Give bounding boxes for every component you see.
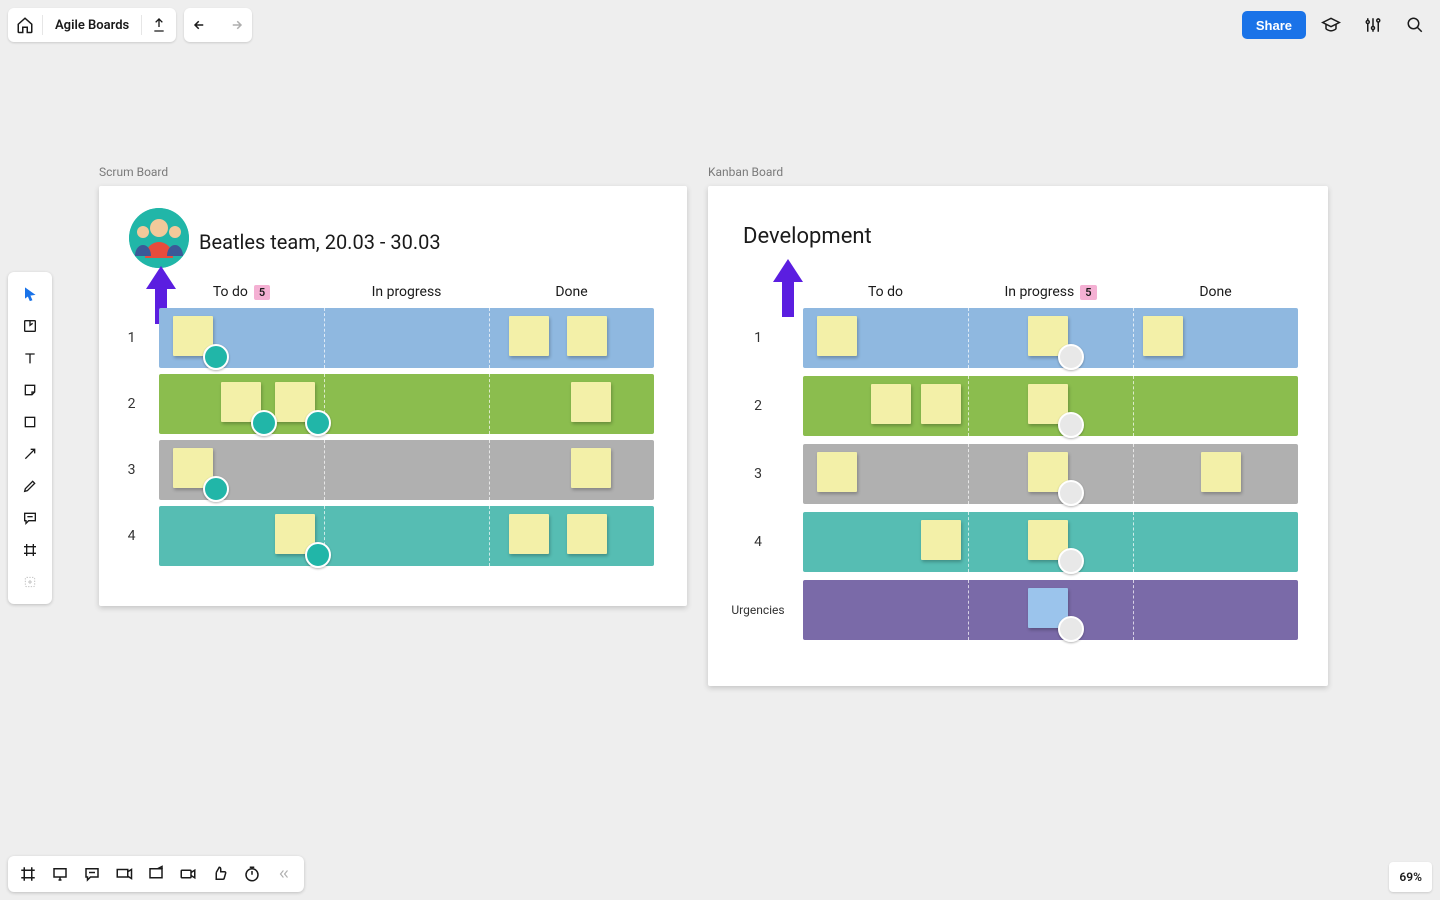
wip-badge: 5 (1080, 285, 1096, 300)
row-label: 4 (104, 506, 159, 566)
row-label: 1 (104, 308, 159, 368)
assignee-avatar[interactable] (203, 476, 229, 502)
assignee-avatar[interactable] (1058, 344, 1084, 370)
kanban-row-3[interactable]: 3 (713, 444, 1298, 504)
assignee-avatar[interactable] (305, 410, 331, 436)
scrum-row-1[interactable]: 1 (104, 308, 654, 368)
col-todo: To do5 (159, 284, 324, 300)
sticky-note[interactable] (1201, 452, 1241, 492)
assignee-avatar[interactable] (1058, 548, 1084, 574)
team-avatar[interactable] (129, 208, 189, 268)
assignee-avatar[interactable] (1058, 480, 1084, 506)
row-label: 4 (713, 512, 803, 572)
sticky-note[interactable] (571, 448, 611, 488)
row-label: 2 (713, 376, 803, 436)
sticky-note[interactable] (817, 452, 857, 492)
scrum-title[interactable]: Beatles team, 20.03 - 30.03 (199, 230, 441, 254)
row-label: 3 (104, 440, 159, 500)
col-todo: To do (803, 284, 968, 300)
scrum-row-3[interactable]: 3 (104, 440, 654, 500)
sticky-note[interactable] (567, 316, 607, 356)
row-label: Urgencies (713, 580, 803, 640)
assignee-avatar[interactable] (1058, 616, 1084, 642)
assignee-avatar[interactable] (1058, 412, 1084, 438)
wip-badge: 5 (254, 285, 270, 300)
kanban-title[interactable]: Development (743, 224, 872, 249)
col-done: Done (489, 284, 654, 300)
sticky-note[interactable] (921, 384, 961, 424)
scrum-row-4[interactable]: 4 (104, 506, 654, 566)
scrum-column-headers: To do5 In progress Done (159, 284, 654, 300)
team-avatar-icon (129, 208, 189, 268)
kanban-row-4[interactable]: 4 (713, 512, 1298, 572)
kanban-row-1[interactable]: 1 (713, 308, 1298, 368)
sticky-note[interactable] (509, 514, 549, 554)
assignee-avatar[interactable] (251, 410, 277, 436)
row-label: 1 (713, 308, 803, 368)
scrum-row-2[interactable]: 2 (104, 374, 654, 434)
frame-kanban[interactable]: Development To do In progress5 Done 1 2 (708, 186, 1328, 686)
assignee-avatar[interactable] (203, 344, 229, 370)
kanban-row-2[interactable]: 2 (713, 376, 1298, 436)
sticky-note[interactable] (571, 382, 611, 422)
row-label: 2 (104, 374, 159, 434)
col-done: Done (1133, 284, 1298, 300)
sticky-note[interactable] (871, 384, 911, 424)
col-progress: In progress5 (968, 284, 1133, 300)
assignee-avatar[interactable] (305, 542, 331, 568)
arrow-sticker[interactable] (768, 254, 808, 314)
sticky-note[interactable] (1143, 316, 1183, 356)
kanban-row-urgencies[interactable]: Urgencies (713, 580, 1298, 640)
frame-scrum[interactable]: Beatles team, 20.03 - 30.03 To do5 In pr… (99, 186, 687, 606)
kanban-column-headers: To do In progress5 Done (803, 284, 1298, 300)
frame-label-scrum[interactable]: Scrum Board (99, 165, 168, 179)
sticky-note[interactable] (567, 514, 607, 554)
sticky-note[interactable] (509, 316, 549, 356)
sticky-note[interactable] (817, 316, 857, 356)
row-label: 3 (713, 444, 803, 504)
frame-label-kanban[interactable]: Kanban Board (708, 165, 783, 179)
col-progress: In progress (324, 284, 489, 300)
canvas[interactable]: Scrum Board Beatles team, 20.03 - 30.03 … (0, 0, 1440, 900)
sticky-note[interactable] (921, 520, 961, 560)
